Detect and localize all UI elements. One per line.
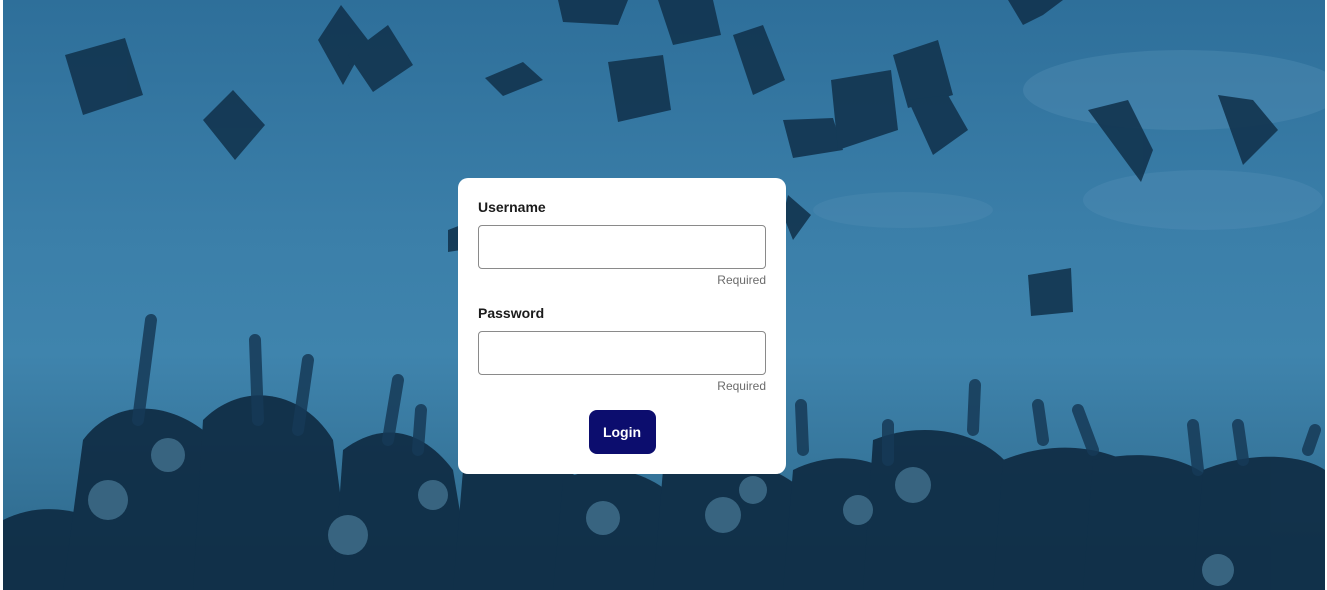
login-card: Username Required Password Required Logi… bbox=[458, 178, 786, 474]
username-label: Username bbox=[478, 199, 546, 215]
login-button[interactable]: Login bbox=[588, 410, 656, 454]
username-required-hint: Required bbox=[717, 273, 766, 287]
password-field-group: Password Required bbox=[478, 304, 766, 410]
password-input[interactable] bbox=[478, 331, 766, 375]
login-button-row: Login bbox=[458, 410, 786, 454]
password-label: Password bbox=[478, 305, 545, 321]
username-field-group: Username Required bbox=[478, 198, 766, 304]
password-required-hint: Required bbox=[717, 379, 766, 393]
username-input[interactable] bbox=[478, 225, 766, 269]
